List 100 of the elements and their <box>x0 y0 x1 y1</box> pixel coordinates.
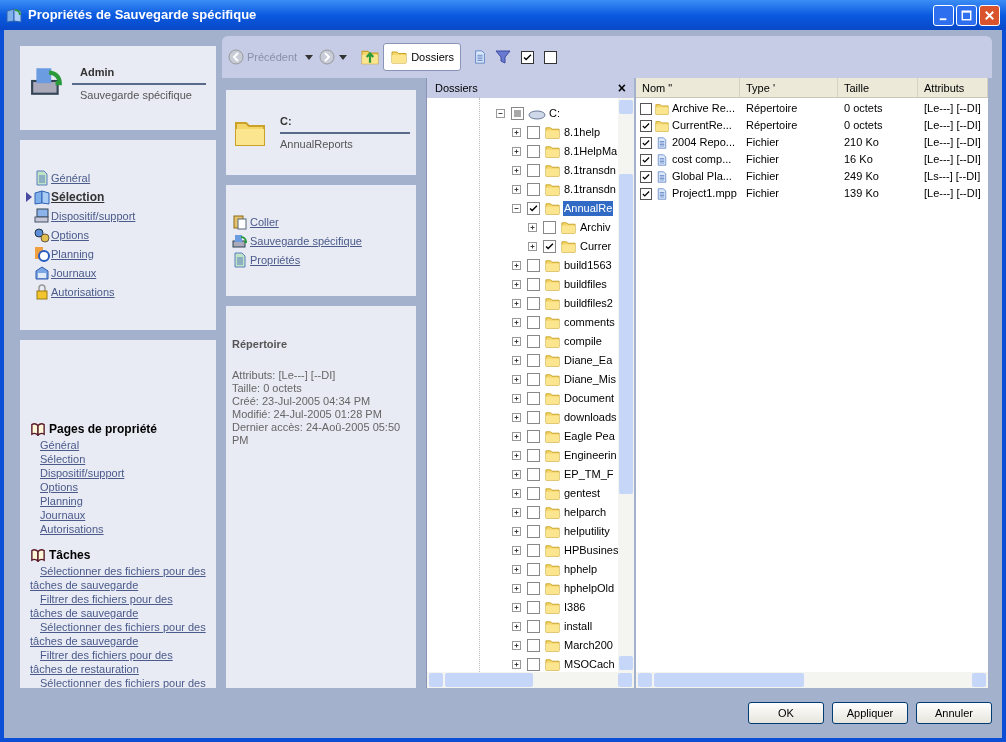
up-folder-icon[interactable] <box>361 48 380 66</box>
help-link[interactable]: Autorisations <box>30 522 206 536</box>
checkbox[interactable] <box>527 506 540 519</box>
help-link[interactable]: Planning <box>30 494 206 508</box>
expand-icon[interactable] <box>512 546 521 555</box>
help-link[interactable]: Sélectionner des fichiers pour des tâches de sauvegarde <box>30 564 206 592</box>
collapse-icon[interactable] <box>512 204 521 213</box>
checkbox[interactable] <box>527 582 540 595</box>
help-link[interactable]: Options <box>30 480 206 494</box>
expand-icon[interactable] <box>512 489 521 498</box>
help-link[interactable]: Journaux <box>30 508 206 522</box>
dialog-button[interactable]: Annuler <box>916 702 992 724</box>
tree-item[interactable]: 8.1transdn <box>563 182 617 197</box>
expand-icon[interactable] <box>512 185 521 194</box>
expand-icon[interactable] <box>512 565 521 574</box>
tree-item[interactable]: gentest <box>563 486 602 501</box>
tree-item[interactable]: buildfiles <box>563 277 608 292</box>
expand-icon[interactable] <box>512 166 521 175</box>
checkbox[interactable] <box>527 183 540 196</box>
nav-link[interactable]: Autorisations <box>51 285 115 299</box>
tree-item[interactable]: 8.1help <box>563 125 602 140</box>
checkbox[interactable] <box>527 164 540 177</box>
checkbox[interactable] <box>527 278 540 291</box>
expand-icon[interactable] <box>528 223 537 232</box>
nav-link[interactable]: Général <box>51 171 91 185</box>
column-header[interactable]: Taille <box>838 78 918 97</box>
column-header[interactable]: Type ' <box>740 78 838 97</box>
tree-item[interactable]: Document <box>563 391 616 406</box>
tree-item[interactable]: March200 <box>563 638 614 653</box>
caret-icon[interactable] <box>339 53 348 61</box>
nav-link[interactable]: Sélection <box>51 189 105 205</box>
checkbox[interactable] <box>527 373 540 386</box>
tree-item[interactable]: MSOCach <box>563 657 616 672</box>
checkbox[interactable] <box>527 487 540 500</box>
checkbox[interactable] <box>527 392 540 405</box>
checkbox[interactable] <box>520 50 534 64</box>
expand-icon[interactable] <box>528 242 537 251</box>
tree-item[interactable]: Diane_Mis <box>563 372 617 387</box>
tree-item[interactable]: HPBusines <box>563 543 620 558</box>
help-link[interactable]: Dispositif/support <box>30 466 206 480</box>
collapse-icon[interactable] <box>496 109 505 118</box>
expand-icon[interactable] <box>512 128 521 137</box>
expand-icon[interactable] <box>512 280 521 289</box>
close-icon[interactable] <box>979 4 1000 26</box>
checkbox[interactable] <box>527 297 540 310</box>
maximize-icon[interactable] <box>956 4 977 26</box>
checkbox[interactable] <box>527 658 540 671</box>
vertical-scrollbar[interactable] <box>618 98 634 672</box>
tree-item[interactable]: build1563 <box>563 258 613 273</box>
expand-icon[interactable] <box>512 451 521 460</box>
tree-item[interactable]: Eagle Pea <box>563 429 616 444</box>
tree-item[interactable]: C: <box>548 106 561 121</box>
expand-icon[interactable] <box>512 147 521 156</box>
checkbox[interactable] <box>543 240 556 253</box>
expand-icon[interactable] <box>512 375 521 384</box>
help-link[interactable]: Filtrer des fichiers pour des tâches de restauration <box>30 648 206 676</box>
checkbox[interactable] <box>527 202 540 215</box>
tree-item[interactable]: EP_TM_F <box>563 467 615 482</box>
tree-item[interactable]: 8.1HelpMa <box>563 144 619 159</box>
expand-icon[interactable] <box>512 660 521 669</box>
checkbox[interactable] <box>527 601 540 614</box>
action-link[interactable]: Sauvegarde spécifique <box>250 233 362 248</box>
horizontal-scrollbar[interactable] <box>636 672 988 688</box>
checkbox[interactable] <box>640 187 652 200</box>
nav-link[interactable]: Options <box>51 228 89 242</box>
checkbox[interactable] <box>640 170 652 183</box>
checkbox[interactable] <box>527 316 540 329</box>
help-link[interactable]: Sélectionner des fichiers pour des tâches de sauvegarde <box>30 620 206 648</box>
dialog-button[interactable]: OK <box>748 702 824 724</box>
tree-item[interactable]: comments <box>563 315 616 330</box>
expand-icon[interactable] <box>512 432 521 441</box>
tree-item[interactable]: downloads <box>563 410 618 425</box>
checkbox[interactable] <box>640 153 652 166</box>
tree-item[interactable]: helputility <box>563 524 611 539</box>
expand-icon[interactable] <box>512 318 521 327</box>
expand-icon[interactable] <box>512 470 521 479</box>
checkbox[interactable] <box>527 449 540 462</box>
tree-item[interactable]: hphelpOld <box>563 581 616 596</box>
checkbox[interactable] <box>527 335 540 348</box>
expand-icon[interactable] <box>512 356 521 365</box>
checkbox[interactable] <box>527 126 540 139</box>
checkbox[interactable] <box>527 468 540 481</box>
checkbox[interactable] <box>527 354 540 367</box>
column-header[interactable]: Nom " <box>636 78 740 97</box>
tree-item[interactable]: install <box>563 619 594 634</box>
expand-icon[interactable] <box>512 337 521 346</box>
column-header[interactable]: Attributs <box>918 78 988 97</box>
checkbox[interactable] <box>527 430 540 443</box>
close-button[interactable]: × <box>617 81 626 95</box>
checkbox[interactable] <box>527 563 540 576</box>
help-link[interactable]: Filtrer des fichiers pour des tâches de sauvegarde <box>30 592 206 620</box>
expand-icon[interactable] <box>512 584 521 593</box>
checkbox[interactable] <box>640 102 652 115</box>
expand-icon[interactable] <box>512 527 521 536</box>
checkbox[interactable] <box>527 145 540 158</box>
expand-icon[interactable] <box>512 508 521 517</box>
expand-icon[interactable] <box>512 603 521 612</box>
tree-item[interactable]: AnnualRe <box>563 201 614 216</box>
checkbox[interactable] <box>527 544 540 557</box>
tree-item[interactable]: Diane_Ea <box>563 353 614 368</box>
